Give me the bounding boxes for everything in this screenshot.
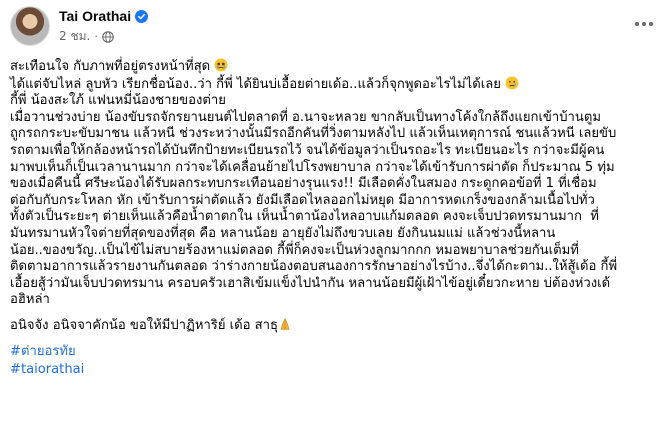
- body-line: ได้แต่จับไหล่ ลูบหัว เรียกชื่อน้อง..ว่า …: [10, 76, 654, 94]
- author-row: Tai Orathai: [59, 8, 149, 24]
- more-options-icon[interactable]: [630, 14, 658, 34]
- separator-dot: ·: [94, 30, 98, 43]
- sad-face-emoji-icon: [505, 76, 519, 90]
- facebook-post: Tai Orathai 2 ชม. · สะเทือนใจ กับภาพที่อ…: [0, 0, 670, 437]
- body-line: อนิจจัง อนิจจาคักน้อ ขอให้มีปาฏิหาริย์ เ…: [10, 317, 654, 335]
- post-header: Tai Orathai 2 ชม. ·: [10, 0, 660, 58]
- hashtag-link[interactable]: #taiorathai: [10, 361, 660, 379]
- post-timestamp[interactable]: 2 ชม.: [59, 27, 90, 46]
- crying-face-emoji-icon: [214, 58, 228, 72]
- author-name[interactable]: Tai Orathai: [59, 8, 131, 24]
- hashtag-link[interactable]: #ต่ายอรทัย: [10, 343, 660, 361]
- post-subline: 2 ชม. ·: [59, 27, 148, 46]
- post-body: สะเทือนใจ กับภาพที่อยู่ตรงหน้าที่สุด ได้…: [10, 58, 660, 335]
- verified-badge-icon: [135, 9, 149, 23]
- folded-hands-emoji-icon: [280, 317, 290, 330]
- globe-icon: [102, 30, 114, 43]
- body-line: สะเทือนใจ กับภาพที่อยู่ตรงหน้าที่สุด: [10, 58, 654, 76]
- body-paragraph: เมื่อวานช่วงบ่าย น้องขับรถจักรยานยนต์ไปต…: [10, 109, 618, 308]
- author-avatar[interactable]: [10, 6, 50, 46]
- body-line: กี้พี่ น้องสะใภ้ แฟนหมี่น้องชายของต่าย: [10, 93, 226, 109]
- post-meta: Tai Orathai 2 ชม. ·: [59, 6, 149, 46]
- hashtag-list: #ต่ายอรทัย #taiorathai: [10, 343, 660, 379]
